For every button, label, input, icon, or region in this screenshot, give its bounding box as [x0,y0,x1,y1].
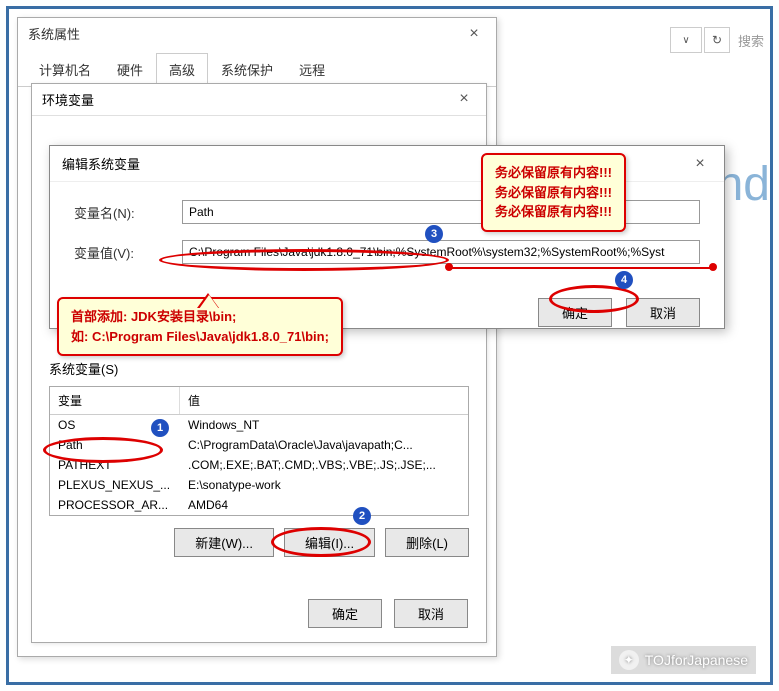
step-marker-1: 1 [151,419,169,437]
tab-hardware[interactable]: 硬件 [104,53,156,86]
underline-start-dot [445,263,453,271]
editvar-cancel-button[interactable]: 取消 [626,298,700,327]
step-marker-4: 4 [615,271,633,289]
sysprop-title: 系统属性 [28,24,80,43]
var-name-label: 变量名(N): [74,203,182,222]
watermark-text: TOJforJapanese [645,652,748,668]
tab-remote[interactable]: 远程 [286,53,338,86]
close-icon[interactable]: × [462,25,486,43]
tab-system-protection[interactable]: 系统保护 [208,53,286,86]
sysprop-tabs: 计算机名 硬件 高级 系统保护 远程 [18,53,496,87]
refresh-icon[interactable]: ↻ [704,27,730,53]
table-row[interactable]: PLEXUS_NEXUS_... E:\sonatype-work [50,475,468,495]
envvar-ok-button[interactable]: 确定 [308,599,382,628]
envvar-title: 环境变量 [42,90,94,109]
step-marker-3: 3 [425,225,443,243]
search-hint: 搜索 [734,27,770,53]
envvar-cancel-button[interactable]: 取消 [394,599,468,628]
annotation-add-head: 首部添加: JDK安装目录\bin; 如: C:\Program Files\J… [57,297,343,356]
table-row-path[interactable]: Path C:\ProgramData\Oracle\Java\javapath… [50,435,468,455]
highlight-existing-value [449,267,713,269]
screenshot-frame: ∨ ↻ 搜索 nd 系统属性 × 计算机名 硬件 高级 系统保护 远程 环境变量… [6,6,773,685]
delete-var-button[interactable]: 删除(L) [385,528,469,557]
system-variables-section: 系统变量(S) 变量 值 OS Windows_NT Path C:\Progr… [49,359,469,557]
close-icon[interactable]: × [452,90,476,109]
watermark: ✦ TOJforJapanese [611,646,756,674]
col-variable[interactable]: 变量 [50,387,180,414]
addressbar-dropdown[interactable]: ∨ [670,27,702,53]
col-value[interactable]: 值 [180,387,468,414]
var-value-label: 变量值(V): [74,243,182,262]
table-row[interactable]: PATHEXT .COM;.EXE;.BAT;.CMD;.VBS;.VBE;.J… [50,455,468,475]
underline-end-dot [709,263,717,271]
new-var-button[interactable]: 新建(W)... [174,528,274,557]
edit-var-button[interactable]: 编辑(I)... [284,528,375,557]
close-icon[interactable]: × [688,155,712,173]
table-row[interactable]: PROCESSOR_AR... AMD64 [50,495,468,515]
wechat-icon: ✦ [619,650,639,670]
tab-advanced[interactable]: 高级 [156,53,208,87]
sysvar-section-label: 系统变量(S) [49,359,469,378]
annotation-keep-content: 务必保留原有内容!!! 务必保留原有内容!!! 务必保留原有内容!!! [481,153,626,232]
editvar-ok-button[interactable]: 确定 [538,298,612,327]
table-row[interactable]: OS Windows_NT [50,415,468,435]
var-value-input[interactable] [182,240,700,264]
sysvar-table: 变量 值 OS Windows_NT Path C:\ProgramData\O… [49,386,469,516]
editvar-title: 编辑系统变量 [62,154,140,173]
tab-computer-name[interactable]: 计算机名 [26,53,104,86]
step-marker-2: 2 [353,507,371,525]
